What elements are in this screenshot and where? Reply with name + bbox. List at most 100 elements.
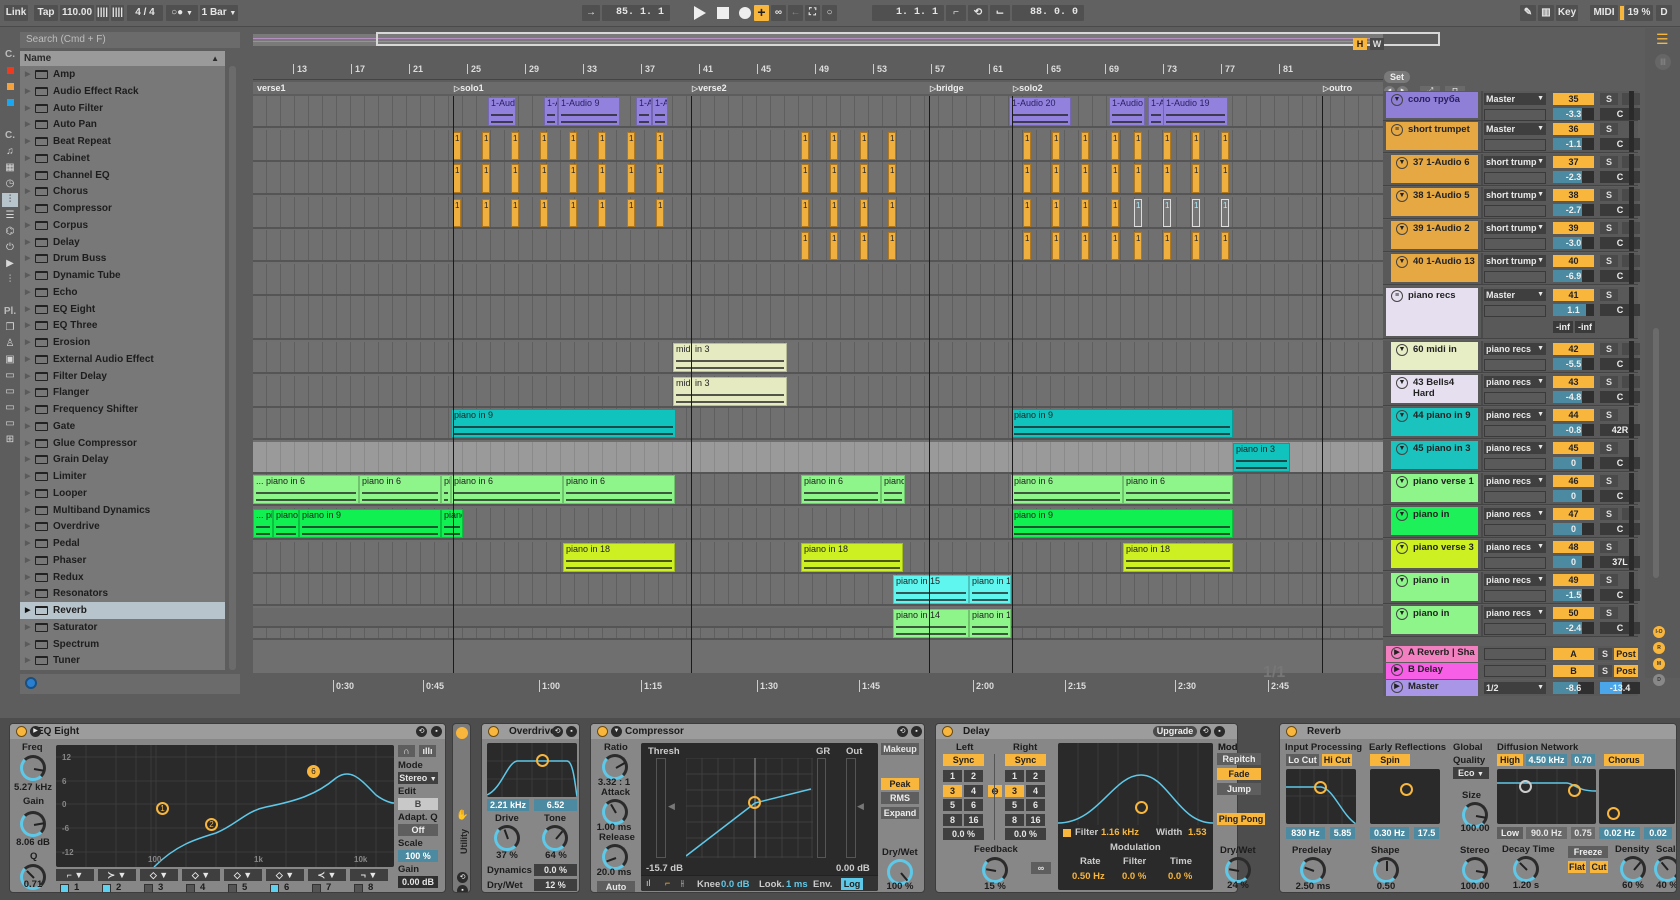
left-division-8-button[interactable]: 8 xyxy=(943,813,962,826)
audition-button[interactable]: ∩ xyxy=(398,745,415,757)
expand-triangle-icon[interactable]: ▶ xyxy=(25,368,30,385)
track-lane[interactable] xyxy=(253,442,1383,474)
save-preset-button[interactable]: ▪ xyxy=(457,885,468,892)
pan-field[interactable]: C xyxy=(1600,270,1640,282)
browser-item[interactable]: ▶ External Audio Effect xyxy=(20,351,225,368)
output-channel-dropdown[interactable] xyxy=(1484,557,1546,569)
track-lane[interactable] xyxy=(253,197,1383,229)
browser-item[interactable]: ▶ Gate xyxy=(20,418,225,435)
track-name-header[interactable]: ▼ 37 1-Audio 6 xyxy=(1391,155,1478,183)
band-filter-type-dropdown[interactable]: ≺ ▼ xyxy=(308,869,346,881)
band-enable-toggle[interactable] xyxy=(270,884,279,892)
audio-clip-stab[interactable]: 1 xyxy=(598,199,606,227)
audio-clip-stab[interactable]: 1 xyxy=(888,199,896,227)
pan-field[interactable]: C xyxy=(1600,622,1640,634)
beat-time-ruler[interactable]: 13 17 21 25 29 33 37 41 45 49 53 57 61 65 69 73 77 81 xyxy=(253,60,1383,80)
clip[interactable]: 1-Aud xyxy=(488,97,516,126)
session-record-button[interactable]: ○ xyxy=(822,5,837,21)
track-activator-button[interactable]: 37 xyxy=(1553,156,1594,168)
track-name-header[interactable]: ▼ piano in xyxy=(1391,573,1478,601)
spin-amount-field[interactable]: 17.5 xyxy=(1414,827,1439,839)
output-routing-dropdown[interactable]: piano recs xyxy=(1484,574,1546,586)
pan-field[interactable]: C xyxy=(1600,237,1640,249)
lookahead-dropdown[interactable]: 1 ms xyxy=(786,879,808,890)
expand-triangle-icon[interactable]: ▶ xyxy=(25,502,30,519)
collection-blue[interactable] xyxy=(2,97,18,111)
audio-clip-stab[interactable]: 1 xyxy=(453,132,461,160)
audio-clip-stab[interactable]: 1 xyxy=(1052,232,1060,260)
spectrum-button[interactable]: ıllı xyxy=(419,745,436,757)
punch-out-button[interactable]: ⌙ xyxy=(990,5,1010,21)
filter-freq-value[interactable]: 1.16 kHz xyxy=(1101,827,1139,838)
mod-filter-value[interactable]: 0.0 % xyxy=(1122,871,1146,882)
left-sync-button[interactable]: Sync xyxy=(943,754,984,766)
device-power-button[interactable] xyxy=(942,726,953,737)
audio-clip-stab[interactable]: 1 xyxy=(453,199,461,227)
toggle-m[interactable]: M xyxy=(1653,658,1665,670)
locator-outro[interactable]: ▷outro xyxy=(1323,82,1352,95)
output-channel-dropdown[interactable] xyxy=(1484,205,1546,217)
overdub-button[interactable]: + xyxy=(754,5,769,21)
track-lane[interactable] xyxy=(253,162,1383,195)
track-fold-icon[interactable]: ▼ xyxy=(1396,509,1408,521)
track-name-header[interactable]: ▼ 38 1-Audio 5 xyxy=(1391,188,1478,216)
track-activator-button[interactable]: 35 xyxy=(1553,93,1594,105)
link-channels-button[interactable]: ⊖ xyxy=(988,785,1002,797)
solo-button[interactable]: S xyxy=(1600,475,1618,487)
browser-item[interactable]: ▶ Auto Pan xyxy=(20,116,225,133)
expand-triangle-icon[interactable]: ▶ xyxy=(25,351,30,368)
clip[interactable]: 1-Audio 19 xyxy=(1163,97,1228,126)
audio-clip-stab[interactable]: 1 xyxy=(511,199,519,227)
track-lane[interactable] xyxy=(253,230,1383,262)
lo-cut-button[interactable]: Lo Cut xyxy=(1286,754,1319,766)
w-optimize-width-button[interactable]: W xyxy=(1370,38,1384,50)
sounds-category[interactable]: ♫ xyxy=(2,145,18,159)
solo-button[interactable]: S xyxy=(1600,409,1618,421)
right-sync-button[interactable]: Sync xyxy=(1005,754,1046,766)
solo-button[interactable]: S xyxy=(1600,123,1618,135)
eq-band-2-handle[interactable]: 2 xyxy=(205,818,218,831)
band-enable-toggle[interactable] xyxy=(186,884,195,892)
audio-clip-stab[interactable]: 1 xyxy=(569,164,577,193)
return-output-dropdown[interactable] xyxy=(1484,648,1546,660)
right-division-2-button[interactable]: 2 xyxy=(1026,770,1045,782)
volume-field[interactable]: -2.3 xyxy=(1553,171,1594,183)
loop-switch-button[interactable]: ⟲ xyxy=(968,5,988,21)
track-lane[interactable] xyxy=(253,574,1383,606)
chorus-button[interactable]: Chorus xyxy=(1604,754,1644,766)
volume-field[interactable]: -1.1 xyxy=(1553,138,1594,150)
band-filter-type-dropdown[interactable]: ⌐ ▼ xyxy=(56,869,94,881)
save-preset-button[interactable]: ▪ xyxy=(1214,726,1225,737)
input-filter-display[interactable] xyxy=(1286,769,1356,824)
track-fold-icon[interactable]: ▼ xyxy=(1396,443,1408,455)
pan-field[interactable]: C xyxy=(1600,108,1640,120)
transfer-curve-graph[interactable] xyxy=(686,758,813,858)
audio-clip-stab[interactable]: 1 xyxy=(627,132,635,160)
browser-item[interactable]: ▶ Compressor xyxy=(20,200,225,217)
pan-field[interactable]: C xyxy=(1600,523,1640,535)
low-q-field[interactable]: 0.75 xyxy=(1571,827,1595,839)
solo-button[interactable]: S xyxy=(1600,189,1618,201)
audio-clip-stab[interactable]: 1 xyxy=(453,164,461,193)
right-division-1-button[interactable]: 1 xyxy=(1005,770,1024,782)
time-signature-field[interactable]: 4 / 4 xyxy=(127,5,163,21)
draw-mode-button[interactable]: ✎ xyxy=(1520,5,1536,21)
fade-mode-button[interactable]: Fade xyxy=(1217,768,1261,780)
toggle-i-o[interactable]: I-O xyxy=(1653,626,1665,638)
user-library-place[interactable]: ♙ xyxy=(2,337,18,351)
clip[interactable]: 1-A xyxy=(544,97,558,126)
locator-verse1[interactable]: verse1 xyxy=(257,82,286,94)
track-name-header[interactable]: ▼ piano verse 1 xyxy=(1391,474,1478,502)
clip[interactable]: piano in 9 xyxy=(1011,409,1233,438)
audio-clip-stab[interactable]: 1 xyxy=(482,164,490,193)
high-shelf-button[interactable]: High xyxy=(1497,754,1523,766)
expand-triangle-icon[interactable]: ▶ xyxy=(25,636,30,653)
overdrive-width-field[interactable]: 6.52 xyxy=(534,799,577,811)
pan-field[interactable]: 42R xyxy=(1600,424,1640,436)
clip[interactable]: piano in 18 xyxy=(563,543,675,572)
follow-button[interactable]: → xyxy=(582,5,600,21)
audio-clip-stab[interactable]: 1 xyxy=(1134,132,1142,160)
pan-field[interactable]: 37L xyxy=(1600,556,1640,568)
sweep-view-button[interactable]: ⫲ xyxy=(681,878,684,889)
volume-field[interactable]: 0 xyxy=(1553,457,1594,469)
